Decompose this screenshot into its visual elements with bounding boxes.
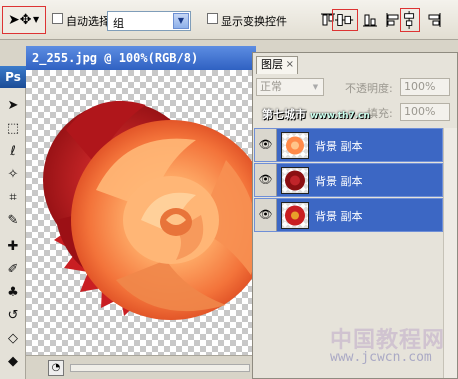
- eye-icon[interactable]: 👁: [255, 164, 277, 196]
- history-brush-icon[interactable]: ↺: [2, 305, 24, 327]
- horizontal-scrollbar[interactable]: [70, 364, 250, 372]
- chevron-down-icon: ▼: [173, 13, 189, 29]
- watermark-url: www.th7.cn: [310, 111, 370, 121]
- tool-preset-picker[interactable]: ➤✥ ▼: [2, 6, 46, 34]
- show-transform-label: 显示变换控件: [221, 15, 287, 28]
- navigate-icon[interactable]: ◔: [48, 360, 64, 376]
- layers-tab-label: 图层: [261, 58, 283, 71]
- align-right-edges-button[interactable]: [424, 10, 444, 30]
- move-tool-icon: ➤✥: [8, 12, 32, 28]
- magic-wand-icon[interactable]: ✧: [2, 164, 24, 186]
- fill-input[interactable]: 100%: [400, 103, 450, 121]
- align-bottom-edges-button[interactable]: [360, 10, 380, 30]
- slice-tool-icon[interactable]: ✎: [2, 210, 24, 232]
- eraser-tool-icon[interactable]: ◇: [2, 328, 24, 350]
- rose-image: [43, 100, 254, 320]
- watermark-th7: 第七城市 www.th7.cn: [262, 106, 370, 122]
- healing-brush-icon[interactable]: ✚: [2, 236, 24, 258]
- document-status-bar: ◔: [26, 355, 254, 379]
- layer-name: 背景 副本: [315, 140, 363, 153]
- blend-mode-dropdown[interactable]: 正常 ▼: [256, 78, 324, 96]
- close-icon[interactable]: ×: [286, 57, 294, 73]
- layers-scrollbar[interactable]: [443, 128, 457, 378]
- blend-mode-value: 正常: [260, 80, 282, 93]
- watermark-text: 第七城市: [262, 108, 306, 121]
- chevron-down-icon: ▼: [312, 83, 319, 91]
- brush-tool-icon[interactable]: ✐: [2, 259, 24, 281]
- opacity-label: 不透明度:: [345, 82, 393, 95]
- marquee-tool-icon[interactable]: ⬚: [2, 118, 24, 140]
- tab-layers[interactable]: 图层 ×: [256, 56, 298, 74]
- paint-bucket-icon[interactable]: ◆: [2, 351, 24, 373]
- auto-select-dropdown[interactable]: 组 ▼: [107, 11, 191, 31]
- layer-name: 背景 副本: [315, 175, 363, 188]
- opacity-input[interactable]: 100%: [400, 78, 450, 96]
- layer-name: 背景 副本: [315, 210, 363, 223]
- document-title[interactable]: 2_255.jpg @ 100%(RGB/8): [26, 46, 256, 70]
- auto-select-checkbox[interactable]: [52, 13, 63, 27]
- eye-icon[interactable]: 👁: [255, 199, 277, 231]
- lasso-tool-icon[interactable]: ℓ: [2, 141, 24, 163]
- document-canvas[interactable]: [26, 70, 254, 355]
- move-tool-icon[interactable]: ➤: [2, 95, 24, 117]
- chevron-down-icon: ▼: [33, 15, 40, 24]
- layer-row[interactable]: 👁 背景 副本: [254, 163, 443, 197]
- fill-label: 填充:: [367, 107, 393, 120]
- layer-thumbnail: [281, 132, 309, 159]
- show-transform-checkbox[interactable]: [207, 13, 218, 27]
- layer-thumbnail: [281, 202, 309, 229]
- crop-tool-icon[interactable]: ⌗: [2, 187, 24, 209]
- auto-select-value: 组: [113, 17, 124, 30]
- photoshop-logo: Ps: [0, 66, 26, 88]
- eye-icon[interactable]: 👁: [255, 129, 277, 161]
- clone-stamp-icon[interactable]: ♣: [2, 282, 24, 304]
- layer-row[interactable]: 👁 背景 副本: [254, 128, 443, 162]
- layer-thumbnail: [281, 167, 309, 194]
- layer-row[interactable]: 👁 背景 副本: [254, 198, 443, 232]
- watermark-jcwcn-url: www.jcwcn.com: [330, 350, 432, 365]
- align-vertical-centers-button[interactable]: [332, 9, 358, 31]
- align-horizontal-centers-button[interactable]: [400, 8, 420, 32]
